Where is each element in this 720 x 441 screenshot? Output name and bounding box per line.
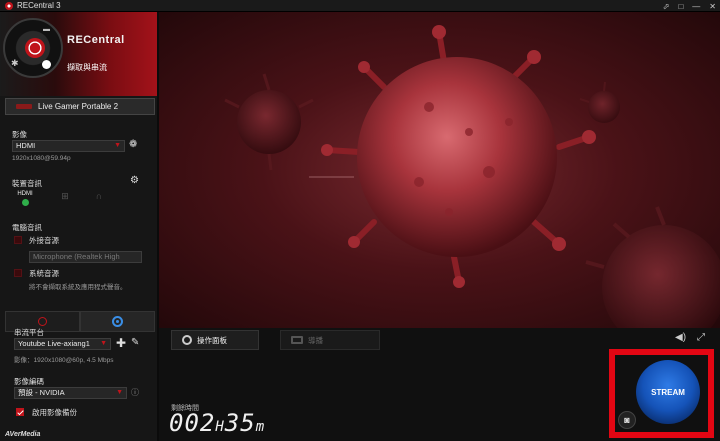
platform-info: 影像：1920x1080@60p, 4.5 Mbps — [14, 357, 114, 364]
tab-operation-panel-label: 操作面板 — [197, 335, 227, 345]
app-icon — [5, 1, 13, 10]
operation-panel-icon — [182, 335, 192, 345]
virus-preview-image — [224, 25, 720, 328]
window-title: RECentral 3 — [17, 1, 61, 10]
close-icon[interactable]: ✕ — [709, 2, 716, 11]
video-preview — [159, 12, 720, 328]
microphone-select[interactable]: Microphone (Realtek High — [29, 251, 142, 263]
backup-label: 啟用影像備份 — [32, 408, 77, 417]
system-audio-label: 系統音源 — [29, 269, 59, 278]
platform-label: 串流平台 — [14, 328, 44, 337]
control-panel: 操作面板 導播 ◀) ⤢ 剩餘時間 002H35m STREAM ◙ — [159, 328, 720, 441]
title-bar: RECentral 3 ⬀ □ — ✕ — [0, 0, 720, 12]
video-source-value: HDMI — [16, 141, 36, 150]
encoder-info-icon[interactable]: ⓘ — [131, 387, 139, 398]
stream-button[interactable]: STREAM — [636, 360, 700, 424]
encoder-label: 影像編碼 — [14, 377, 44, 386]
tab-director-label: 導播 — [308, 335, 323, 345]
maximize-icon[interactable]: □ — [678, 2, 683, 11]
timer-hours-unit: H — [215, 419, 225, 435]
video-settings-icon[interactable]: ❁ — [129, 139, 137, 150]
check-ok-icon — [21, 199, 29, 206]
video-source-select[interactable]: HDMI ▼ — [12, 140, 125, 152]
timer-minutes: 35 — [224, 409, 256, 437]
rec-logo-icon — [25, 38, 45, 58]
add-platform-icon[interactable]: ✚ — [116, 336, 126, 350]
edit-platform-icon[interactable]: ✎ — [131, 337, 139, 348]
avermedia-logo: AVerMedia — [5, 431, 41, 438]
mode-indicator-icon[interactable] — [42, 60, 51, 69]
mode-label: 擷取與串流 — [67, 63, 107, 72]
timer-minutes-unit: m — [255, 419, 266, 435]
app-logo: RECentral — [67, 34, 125, 46]
window-controls: ⬀ □ — ✕ — [663, 0, 716, 12]
hdmi-audio-source[interactable]: HDMI — [14, 191, 36, 206]
chevron-down-icon: ▼ — [116, 389, 123, 396]
chevron-down-icon: ▼ — [100, 340, 107, 347]
brand-header: ▬ ✱ RECentral 擷取與串流 — [0, 12, 157, 96]
external-audio-label: 外接音源 — [29, 236, 59, 245]
system-audio-checkbox[interactable] — [14, 269, 22, 277]
tab-stream[interactable] — [80, 311, 155, 332]
device-name: Live Gamer Portable 2 — [38, 102, 119, 111]
settings-gear-icon[interactable]: ✱ — [11, 58, 19, 69]
backup-checkbox[interactable] — [16, 408, 24, 416]
mode-dial[interactable]: ▬ ✱ — [3, 18, 63, 78]
gamepad-audio-icon[interactable]: ⊞ — [54, 191, 76, 202]
record-icon — [38, 317, 47, 326]
director-icon — [291, 336, 303, 344]
system-audio-note: 將不會擷取系統及應用程式聲音。 — [29, 284, 127, 291]
external-audio-checkbox[interactable] — [14, 236, 22, 244]
folder-icon[interactable]: ▬ — [43, 26, 50, 33]
timer-hours: 002 — [169, 409, 216, 437]
chevron-down-icon: ▼ — [114, 142, 121, 149]
volume-icon[interactable]: ◀) — [675, 332, 686, 343]
platform-value: Youtube Live-axiang1 — [18, 339, 90, 348]
device-audio-label: 裝置音訊 — [12, 179, 42, 188]
video-resolution: 1920x1080@59.94p — [12, 155, 71, 162]
capture-device-icon — [16, 104, 32, 109]
device-selector[interactable]: Live Gamer Portable 2 — [5, 98, 155, 115]
headset-audio-icon[interactable]: ∩ — [88, 191, 110, 201]
encoder-value: 預設 - NVIDIA — [18, 388, 65, 397]
tab-director[interactable]: 導播 — [280, 330, 380, 350]
popout-icon[interactable]: ⬀ — [663, 2, 670, 11]
pc-audio-label: 電腦音訊 — [12, 223, 42, 232]
sidebar: ▬ ✱ RECentral 擷取與串流 Live Gamer Portable … — [0, 12, 157, 441]
tab-operation-panel[interactable]: 操作面板 — [171, 330, 259, 350]
minimize-icon[interactable]: — — [692, 2, 700, 11]
camera-snapshot-icon[interactable]: ◙ — [618, 411, 636, 429]
remaining-time: 002H35m — [169, 409, 265, 437]
audio-settings-gear-icon[interactable]: ⚙ — [130, 175, 139, 186]
video-label: 影像 — [12, 130, 27, 139]
fullscreen-icon[interactable]: ⤢ — [697, 332, 705, 343]
hdmi-audio-label: HDMI — [17, 191, 33, 197]
microphone-value: Microphone (Realtek High — [33, 252, 120, 261]
platform-select[interactable]: Youtube Live-axiang1 ▼ — [14, 338, 111, 350]
stream-broadcast-icon — [112, 316, 123, 327]
encoder-select[interactable]: 預設 - NVIDIA ▼ — [14, 387, 127, 399]
